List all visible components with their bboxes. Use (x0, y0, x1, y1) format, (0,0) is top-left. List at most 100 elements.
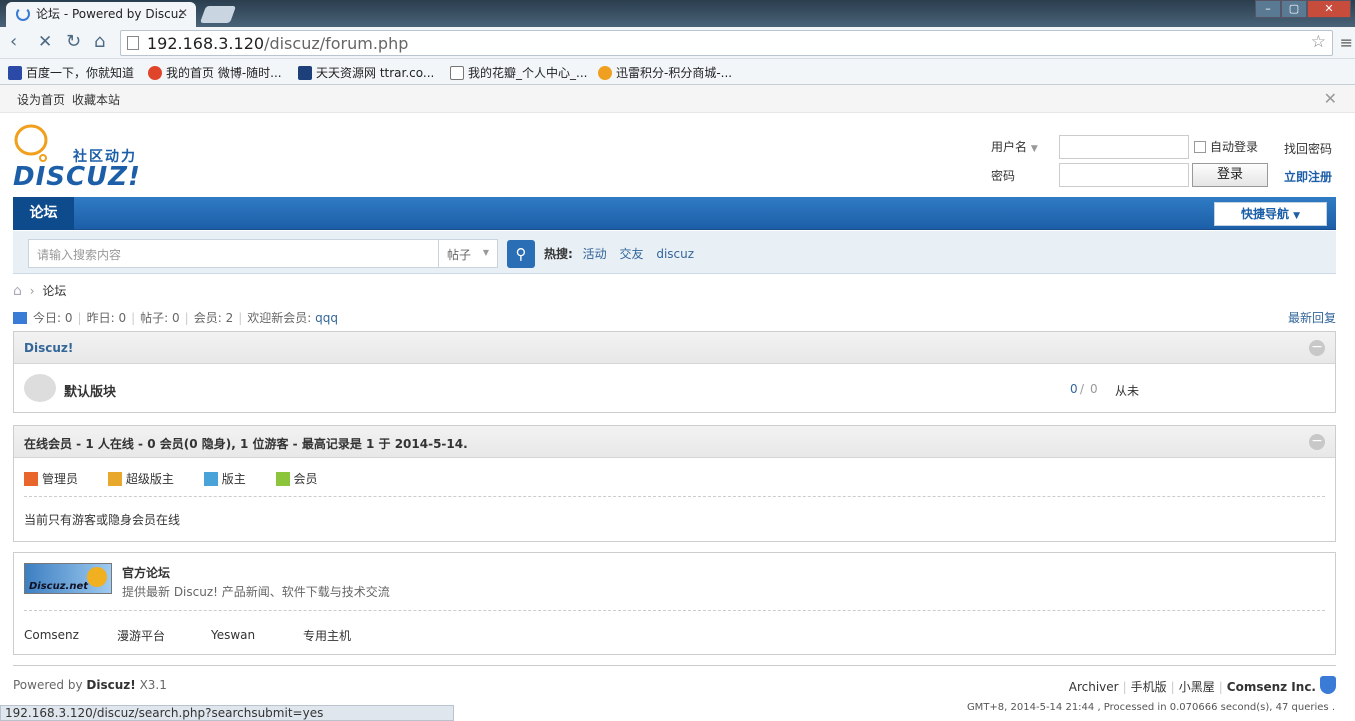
forum-last-post: 从未 (1115, 384, 1140, 398)
forum-posts: 0 (1090, 382, 1098, 396)
hot-link[interactable]: 交友 (619, 247, 643, 261)
forum-name-link[interactable]: 默认版块 (64, 381, 116, 400)
quick-nav-button[interactable]: 快捷导航 ▼ (1214, 202, 1327, 226)
collapse-icon[interactable]: − (1309, 434, 1325, 450)
url-path: /discuz/forum.php (264, 34, 409, 53)
address-bar[interactable]: 192.168.3.120/discuz/forum.php ☆ (120, 30, 1333, 56)
bookmark-item[interactable]: 迅雷积分-积分商城-... (598, 64, 732, 81)
login-button[interactable]: 登录 (1192, 163, 1268, 187)
browser-toolbar: ‹ ✕ ↻ ⌂ 192.168.3.120/discuz/forum.php ☆… (0, 27, 1355, 59)
baidu-icon (8, 66, 22, 80)
friend-link[interactable]: Yeswan (211, 628, 255, 642)
friend-link[interactable]: 专用主机 (303, 627, 351, 644)
minimize-button[interactable]: – (1255, 0, 1281, 18)
official-forum-desc: 提供最新 Discuz! 产品新闻、软件下载与技术交流 (122, 585, 390, 599)
divider (24, 610, 1325, 611)
nav-item-forum[interactable]: 论坛 (13, 197, 74, 230)
footer-divider (13, 665, 1336, 666)
online-note: 当前只有游客或隐身会员在线 (24, 513, 181, 527)
footer-gmt: GMT+8, 2014-5-14 21:44 , Processed in 0.… (966, 702, 1335, 713)
close-tab-icon[interactable]: ✕ (178, 6, 188, 20)
password-input[interactable] (1059, 163, 1189, 187)
home-icon[interactable]: ⌂ (13, 283, 22, 299)
online-box: 在线会员 - 1 人在线 - 0 会员(0 隐身), 1 位游客 - 最高记录是… (13, 425, 1336, 542)
search-type-select[interactable]: 帖子 ▼ (438, 239, 498, 268)
search-button[interactable]: ⚲ (507, 240, 535, 268)
forgot-password-link[interactable]: 找回密码 (1284, 140, 1332, 157)
weibo-icon (148, 66, 162, 80)
browser-tab[interactable]: 论坛 - Powered by Discuz ✕ (6, 2, 196, 27)
bookmark-item[interactable]: 百度一下，你就知道 (8, 64, 134, 81)
stat-posts: 0 (172, 311, 180, 325)
bookmark-site-link[interactable]: 收藏本站 (72, 91, 120, 108)
forum-threads: 0 (1070, 382, 1078, 396)
set-home-link[interactable]: 设为首页 (17, 91, 65, 108)
search-bar: 请输入搜索内容 帖子 ▼ ⚲ 热搜: 活动 交友 discuz (13, 231, 1336, 274)
username-label[interactable]: 用户名 ▼ (991, 138, 1038, 155)
bookmark-item[interactable]: 我的首页 微博-随时... (148, 64, 282, 81)
site-logo[interactable]: 社区动力 DISCUZ! (13, 122, 153, 194)
reload-icon[interactable]: ↻ (66, 32, 81, 52)
breadcrumb: ⌂ › 论坛 (13, 282, 66, 299)
shield-icon[interactable] (1320, 676, 1336, 694)
links-box: Discuz.net 官方论坛 提供最新 Discuz! 产品新闻、软件下载与技… (13, 552, 1336, 655)
online-title[interactable]: 在线会员 - 1 人在线 - 0 会员(0 隐身), 1 位游客 - 最高记录是… (24, 435, 468, 452)
maximize-button[interactable]: ▢ (1281, 0, 1307, 18)
footer: Powered by Discuz! X3.1 Archiver | 手机版 | 小黑屋… (13, 676, 1336, 694)
url-host: 192.168.3.120 (147, 34, 265, 53)
home-icon[interactable]: ⌂ (94, 32, 105, 52)
powered-by: Powered by Discuz! X3.1 (13, 678, 167, 692)
site-topbar: 设为首页 收藏本站 ✕ (0, 85, 1355, 113)
loading-icon (16, 7, 30, 21)
footer-links: Archiver | 手机版 | 小黑屋 | Comsenz Inc. (1068, 680, 1316, 694)
stat-yesterday: 0 (118, 311, 127, 325)
stop-icon[interactable]: ✕ (38, 32, 52, 52)
discuz-net-badge[interactable]: Discuz.net (24, 563, 112, 594)
forum-stats: 今日: 0 | 昨日: 0 | 帖子: 0 | 会员: 2 | 欢迎新会员: qqq 最新回复 (13, 309, 1336, 326)
star-icon[interactable]: ☆ (1311, 32, 1326, 52)
main-nav: 论坛 快捷导航 ▼ (13, 197, 1336, 230)
hot-link[interactable]: 活动 (583, 247, 607, 261)
bookmark-item[interactable]: 天天资源网 ttrar.co... (298, 64, 434, 81)
forum-icon (24, 374, 56, 402)
separator: / (1080, 382, 1085, 396)
browser-titlebar: 论坛 - Powered by Discuz ✕ – ▢ ✕ (0, 0, 1355, 27)
archiver-link[interactable]: Archiver (1069, 680, 1119, 694)
category-box: Discuz! − 默认版块 0 / 0 从未 (13, 331, 1336, 413)
badge-logo-icon (87, 567, 107, 587)
logo-brand: DISCUZ! (13, 162, 141, 192)
company-link[interactable]: Comsenz Inc. (1227, 680, 1316, 694)
menu-icon[interactable]: ≡ (1340, 33, 1353, 52)
stat-members: 2 (225, 311, 234, 325)
latest-reply-link[interactable]: 最新回复 (1288, 309, 1336, 326)
official-forum-link[interactable]: 官方论坛 (122, 564, 170, 581)
friend-link[interactable]: 漫游平台 (117, 627, 165, 644)
collapse-icon[interactable]: ✕ (1324, 89, 1337, 108)
blackroom-link[interactable]: 小黑屋 (1179, 680, 1215, 694)
register-link[interactable]: 立即注册 (1284, 168, 1332, 185)
search-input[interactable]: 请输入搜索内容 (28, 239, 439, 268)
stat-today: 0 (64, 311, 73, 325)
username-input[interactable] (1059, 135, 1189, 159)
newest-member-link[interactable]: qqq (315, 311, 338, 325)
auto-login-label[interactable]: 自动登录 (1210, 138, 1258, 155)
new-tab-button[interactable] (199, 6, 237, 23)
mobile-link[interactable]: 手机版 (1131, 680, 1167, 694)
ttrar-icon (298, 66, 312, 80)
page-icon (450, 66, 464, 80)
collapse-icon[interactable]: − (1309, 340, 1325, 356)
online-legend: 管理员 超级版主 版主 会员 (24, 470, 318, 487)
hot-link[interactable]: discuz (656, 247, 694, 261)
login-form: 用户名 ▼ 自动登录 找回密码 密码 登录 立即注册 (980, 130, 1340, 194)
xunlei-icon (598, 66, 612, 80)
close-window-button[interactable]: ✕ (1307, 0, 1351, 18)
bookmark-item[interactable]: 我的花瓣_个人中心_... (450, 64, 587, 81)
admin-icon (24, 472, 38, 486)
auto-login-checkbox[interactable] (1194, 141, 1206, 153)
browser-status-bar: 192.168.3.120/discuz/search.php?searchsu… (0, 705, 454, 721)
breadcrumb-current[interactable]: 论坛 (42, 284, 66, 298)
back-icon[interactable]: ‹ (10, 32, 17, 52)
category-title[interactable]: Discuz! (24, 341, 73, 355)
friend-link[interactable]: Comsenz (24, 628, 79, 642)
search-icon: ⚲ (515, 245, 527, 263)
